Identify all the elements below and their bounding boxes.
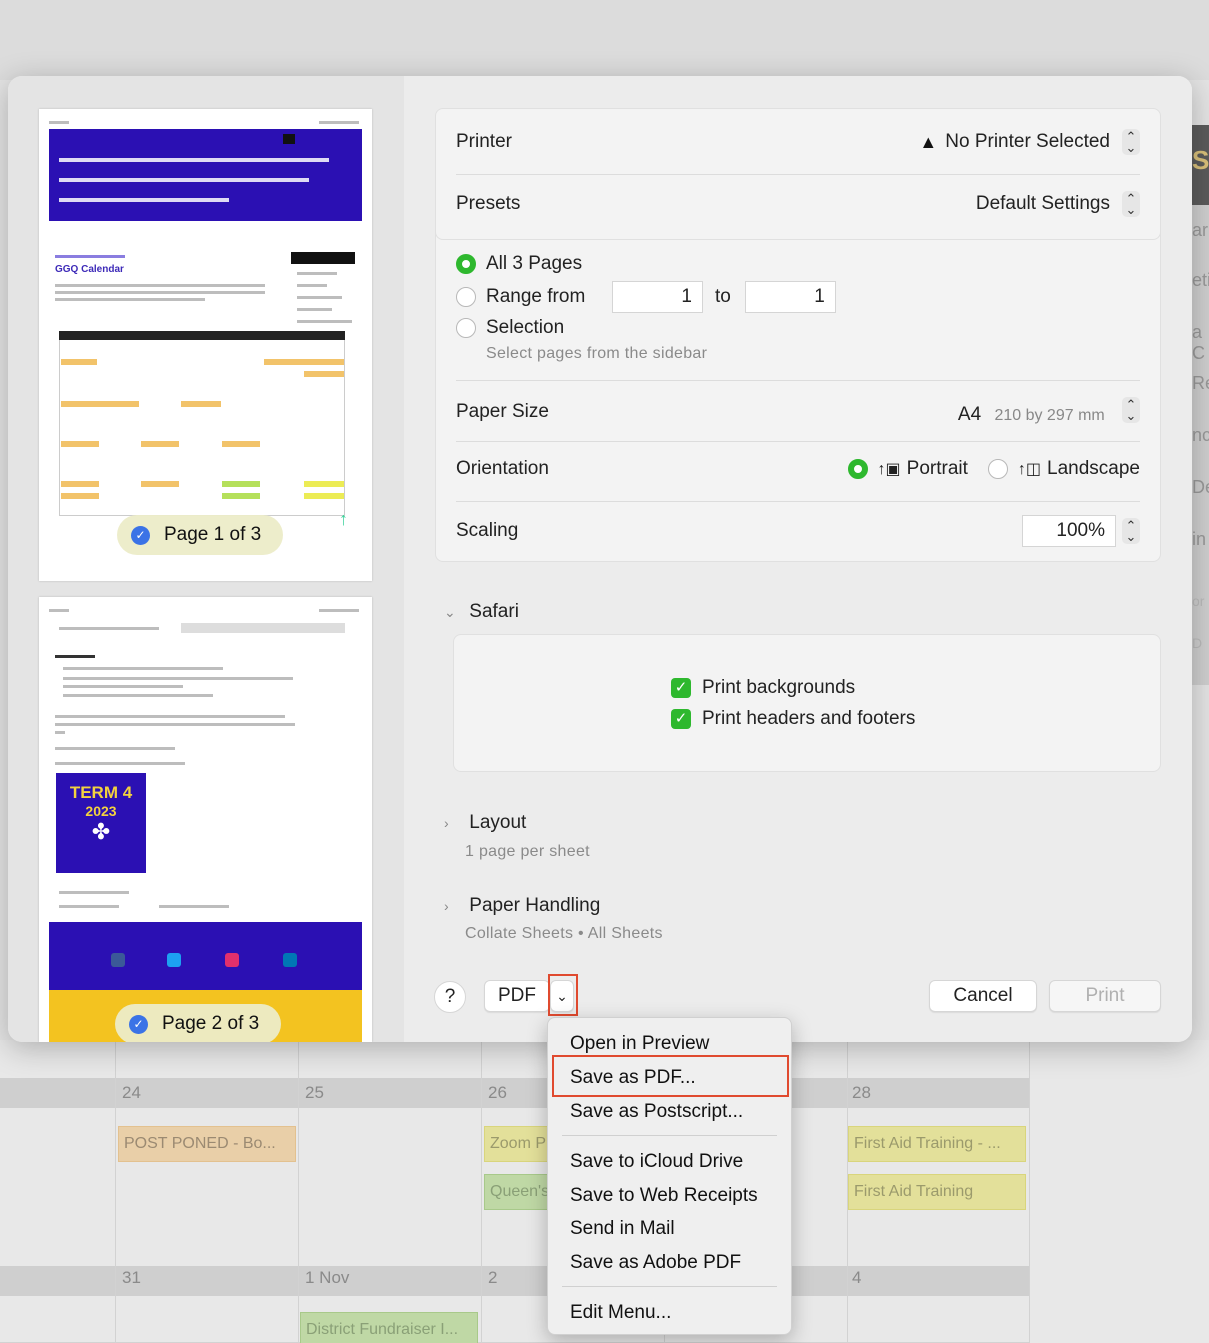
selection-option[interactable]: Selection	[456, 317, 1140, 339]
arrow-up-icon: ↑	[339, 509, 348, 529]
portrait-icon: ↑▣	[877, 461, 901, 478]
paper-size-row: Paper Size A4 210 by 297 mm ⌃ ⌄	[456, 397, 1140, 426]
menu-item-save-as-postscript[interactable]: Save as Postscript...	[570, 1101, 743, 1123]
orientation-row: Orientation ↑▣ Portrait ↑◫ Landscape	[456, 458, 1140, 480]
calendar-event[interactable]: First Aid Training	[848, 1174, 1026, 1210]
scaling-row: Scaling 100% ⌃ ⌄	[456, 515, 1140, 547]
printer-select[interactable]: ▲ No Printer Selected ⌃ ⌄	[919, 129, 1140, 155]
range-from-field[interactable]: 1	[612, 281, 703, 313]
calendar-date: 31	[122, 1268, 141, 1287]
scaling-field[interactable]: 100%	[1022, 515, 1116, 547]
portrait-label[interactable]: Portrait	[907, 458, 968, 480]
range-to-field[interactable]: 1	[744, 281, 836, 313]
page-1-badge: ✓ Page 1 of 3	[117, 515, 284, 555]
help-button[interactable]: ?	[434, 981, 466, 1013]
pdf-button[interactable]: PDF	[484, 980, 550, 1012]
print-options-panel: All 3 Pages Range from 1 to 1 Selection …	[435, 216, 1161, 562]
checkmark-icon: ✓	[129, 1014, 148, 1034]
range-radio[interactable]	[456, 287, 476, 307]
menu-item-edit-menu[interactable]: Edit Menu...	[570, 1302, 671, 1324]
layout-section-toggle[interactable]: › Layout	[444, 812, 526, 834]
calendar-date: 28	[852, 1083, 871, 1102]
page-thumbnail-2[interactable]: TERM 4 2023 ✤ ✓ Page 2 of 3	[39, 597, 372, 1042]
menu-item-save-to-icloud[interactable]: Save to iCloud Drive	[570, 1151, 743, 1173]
range-option[interactable]: Range from 1 to 1	[456, 281, 1140, 313]
calendar-event[interactable]: POST PONED - Bo...	[118, 1126, 296, 1162]
selection-hint: Select pages from the sidebar	[486, 345, 708, 362]
printer-row: Printer ▲ No Printer Selected ⌃ ⌄	[456, 129, 1140, 155]
twitter-icon	[167, 953, 181, 967]
all-pages-option[interactable]: All 3 Pages	[456, 253, 1140, 275]
presets-row: Presets Default Settings ⌃ ⌄	[456, 191, 1140, 217]
warning-icon: ▲	[919, 131, 938, 152]
landscape-label[interactable]: Landscape	[1047, 458, 1140, 480]
calendar-date: 26	[488, 1083, 507, 1102]
highlight-box	[548, 974, 578, 1016]
all-pages-radio[interactable]	[456, 254, 476, 274]
safari-options-panel: ✓ Print backgrounds ✓ Print headers and fo…	[453, 634, 1161, 772]
page-2-badge: ✓ Page 2 of 3	[115, 1004, 282, 1042]
linkedin-icon	[283, 953, 297, 967]
calendar-date: 4	[852, 1268, 862, 1287]
landscape-radio[interactable]	[987, 459, 1008, 479]
instagram-icon	[225, 953, 239, 967]
facebook-icon	[111, 953, 125, 967]
up-down-chevron-icon: ⌃ ⌄	[1122, 129, 1140, 155]
print-dialog: GGQ Calendar ↑ ✓ Page 1 of 3 TERM 4 2023…	[8, 76, 1192, 1042]
save-as-pdf-highlight	[552, 1055, 789, 1097]
up-down-chevron-icon: ⌃ ⌄	[1122, 191, 1140, 217]
print-settings: All 3 Pages Range from 1 to 1 Selection …	[404, 76, 1192, 1042]
calendar-date: 2	[488, 1268, 498, 1287]
checkbox-checked-icon[interactable]: ✓	[671, 708, 691, 729]
menu-item-send-in-mail[interactable]: Send in Mail	[570, 1218, 675, 1240]
checkmark-icon: ✓	[131, 525, 150, 545]
print-backgrounds-option[interactable]: ✓ Print backgrounds	[671, 677, 855, 699]
chevron-down-icon: ⌄	[444, 604, 456, 620]
menu-item-save-as-adobe-pdf[interactable]: Save as Adobe PDF	[570, 1252, 741, 1274]
printer-panel: Printer ▲ No Printer Selected ⌃ ⌄ Presets…	[435, 108, 1161, 240]
safari-section-toggle[interactable]: ⌄ Safari	[444, 601, 519, 623]
up-down-chevron-icon: ⌃ ⌄	[1122, 397, 1140, 423]
landscape-icon: ↑◫	[1017, 461, 1042, 478]
paper-handling-summary: Collate Sheets • All Sheets	[465, 925, 663, 942]
paper-size-select[interactable]: A4 210 by 297 mm ⌃ ⌄	[958, 397, 1140, 426]
menu-item-save-to-web-receipts[interactable]: Save to Web Receipts	[570, 1185, 758, 1207]
layout-summary: 1 page per sheet	[465, 843, 590, 860]
selection-radio[interactable]	[456, 318, 476, 338]
background-page-edge: S ar eti a C Re nc De in or D	[1192, 125, 1209, 685]
calendar-date: 25	[305, 1083, 324, 1102]
portrait-radio[interactable]	[847, 459, 868, 479]
menu-item-open-in-preview[interactable]: Open in Preview	[570, 1033, 709, 1055]
page-preview-sidebar[interactable]: GGQ Calendar ↑ ✓ Page 1 of 3 TERM 4 2023…	[8, 76, 404, 1042]
checkbox-checked-icon[interactable]: ✓	[671, 677, 691, 698]
print-headers-footers-option[interactable]: ✓ Print headers and footers	[671, 708, 915, 730]
scaling-stepper[interactable]: ⌃ ⌄	[1122, 518, 1140, 544]
background-window-top	[0, 0, 1209, 80]
calendar-event[interactable]: Zoom P	[484, 1126, 554, 1162]
calendar-event[interactable]: Queen's	[484, 1174, 554, 1210]
chevron-right-icon: ›	[444, 898, 449, 914]
print-button[interactable]: Print	[1049, 980, 1161, 1012]
cancel-button[interactable]: Cancel	[929, 980, 1037, 1012]
calendar-date: 24	[122, 1083, 141, 1102]
calendar-event[interactable]: First Aid Training - ...	[848, 1126, 1026, 1162]
calendar-date: 1 Nov	[305, 1268, 350, 1287]
calendar-event[interactable]: District Fundraiser I...	[300, 1312, 478, 1343]
chevron-right-icon: ›	[444, 815, 449, 831]
term-4-image[interactable]: TERM 4 2023 ✤	[56, 773, 146, 873]
paper-handling-section-toggle[interactable]: › Paper Handling	[444, 895, 600, 917]
page-thumbnail-1[interactable]: GGQ Calendar ↑ ✓ Page 1 of 3	[39, 109, 372, 581]
presets-select[interactable]: Default Settings ⌃ ⌄	[976, 191, 1140, 217]
